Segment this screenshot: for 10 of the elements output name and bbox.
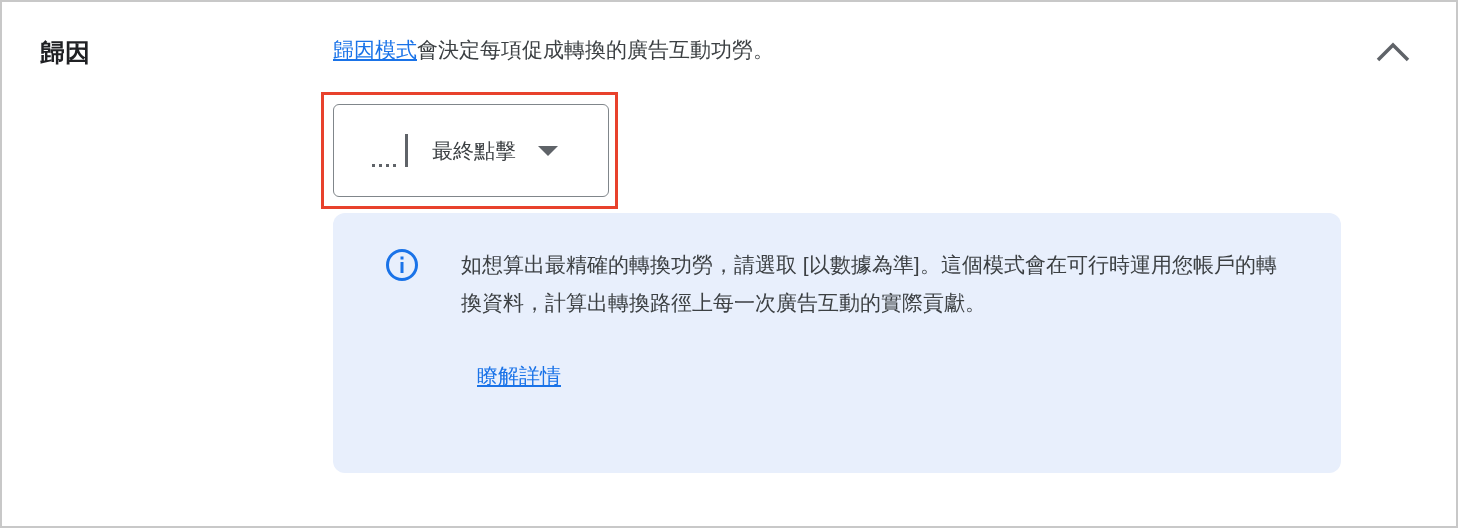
collapse-chevron-icon[interactable] xyxy=(1376,42,1410,62)
learn-more-link[interactable]: 瞭解詳情 xyxy=(477,360,561,392)
description-link[interactable]: 歸因模式 xyxy=(333,38,417,61)
description-text: 會決定每項促成轉換的廣告互動功勞。 xyxy=(417,38,774,61)
caret-down-icon xyxy=(538,145,558,156)
section-title: 歸因 xyxy=(40,38,90,66)
info-icon xyxy=(385,248,419,282)
info-text: 如想算出最精確的轉換功勞，請選取 [以數據為準]。這個模式會在可行時運用您帳戶的轉換資料，計算出轉換路徑上每一次廣告互動的實際貢獻。 xyxy=(461,252,1278,316)
attribution-dropdown[interactable]: 最終點擊 xyxy=(333,104,609,197)
signal-bars-icon xyxy=(372,133,410,168)
